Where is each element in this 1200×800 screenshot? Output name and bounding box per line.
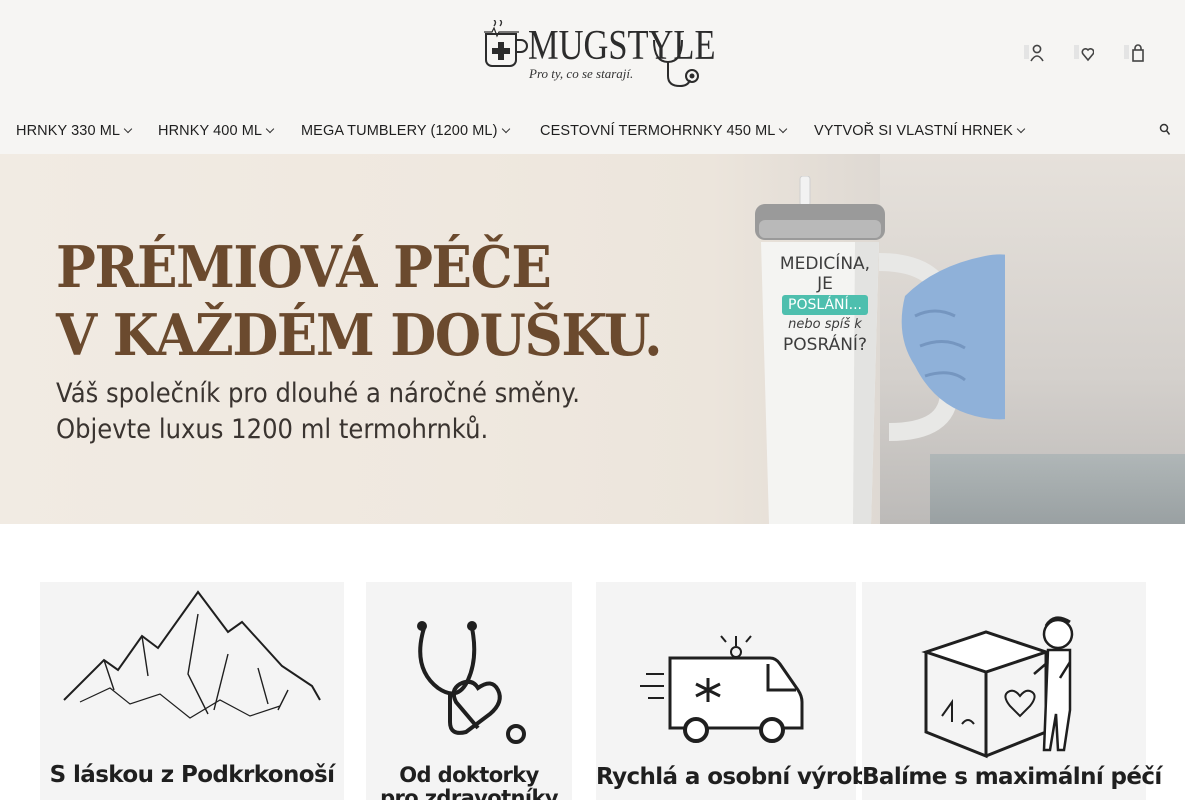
stethoscope-heart-icon [417,621,526,744]
nav-item-label: CESTOVNÍ TERMOHRNKY 450 ML [540,123,776,139]
account-button[interactable] [1021,42,1047,64]
stethoscope-logo-icon [653,39,699,88]
nav-item-label: HRNKY 330 ML [16,123,121,139]
chevron-down-icon [501,124,510,134]
hero-banner[interactable]: PRÉMIOVÁ PÉČE V KAŽDÉM DOUŠKU. Váš spole… [0,154,1185,524]
header-actions [1021,42,1147,64]
nav-item-label: HRNKY 400 ML [158,123,263,139]
nav-item-label: MEGA TUMBLERY (1200 ML) [301,123,498,139]
main-navigation: HRNKY 330 ML HRNKY 400 ML MEGA TUMBLERY … [0,112,1185,150]
search-icon[interactable] [1159,123,1171,137]
user-icon [1024,44,1044,62]
nav-item-custom-mug[interactable]: VYTVOŘ SI VLASTNÍ HRNEK [814,123,1026,139]
chevron-down-icon [779,124,788,134]
tumbler-print-line: POSRÁNÍ? [783,335,867,355]
tumbler-print-line: JE [817,274,833,294]
feature-card-doctor: Od doktorky pro zdravotníky [366,582,572,800]
feature-title: Rychlá a osobní výroba [596,764,883,790]
feature-title: S láskou z Podkrkonoší [49,762,335,788]
feature-title: Od doktorky pro zdravotníky [380,763,558,800]
chevron-down-icon [265,124,275,134]
features-section: S láskou z Podkrkonoší Od doktorky pro z… [0,524,1185,800]
heart-icon [1074,45,1094,62]
ambulance-icon [640,635,804,743]
hero-title: PRÉMIOVÁ PÉČE V KAŽDÉM DOUŠKU. [56,234,663,369]
feature-card-production: Rychlá a osobní výroba [596,582,883,800]
chevron-down-icon [1016,124,1026,134]
cart-icon [1124,44,1144,62]
chevron-down-icon [123,124,133,134]
package-boy-icon [921,616,1074,759]
feature-card-packaging: Balíme s maximální péčí [862,582,1162,800]
cart-button[interactable] [1121,42,1147,64]
mug-logo-icon [484,20,528,67]
nav-item-mega-tumblers[interactable]: MEGA TUMBLERY (1200 ML) [301,123,510,139]
nav-item-mugs-330[interactable]: HRNKY 330 ML [16,123,133,139]
nav-item-label: VYTVOŘ SI VLASTNÍ HRNEK [814,123,1013,139]
hero-subtitle: Váš společník pro dlouhé a náročné směny… [56,378,580,445]
mountains-icon [63,590,321,719]
site-header: MUGSTYLE Pro ty, co se starají. HRNKY 33… [0,0,1185,154]
tumbler-print: MEDICÍNA, JE POSLÁNÍ... nebo spíš k POSR… [770,254,880,355]
feature-title: Balíme s maximální péčí [862,764,1162,790]
nav-item-travel-mugs[interactable]: CESTOVNÍ TERMOHRNKY 450 ML [540,123,788,139]
tumbler-print-highlight: POSLÁNÍ... [782,295,868,315]
tumbler-print-line: nebo spíš k [788,317,862,332]
tumbler-print-line: MEDICÍNA, [779,254,871,274]
site-logo[interactable]: MUGSTYLE Pro ty, co se starají. [484,18,716,96]
logo-tagline: Pro ty, co se starají. [529,66,634,81]
wishlist-button[interactable] [1071,42,1097,64]
feature-card-origin: S láskou z Podkrkonoší [40,582,344,800]
nav-item-mugs-400[interactable]: HRNKY 400 ML [158,123,275,139]
